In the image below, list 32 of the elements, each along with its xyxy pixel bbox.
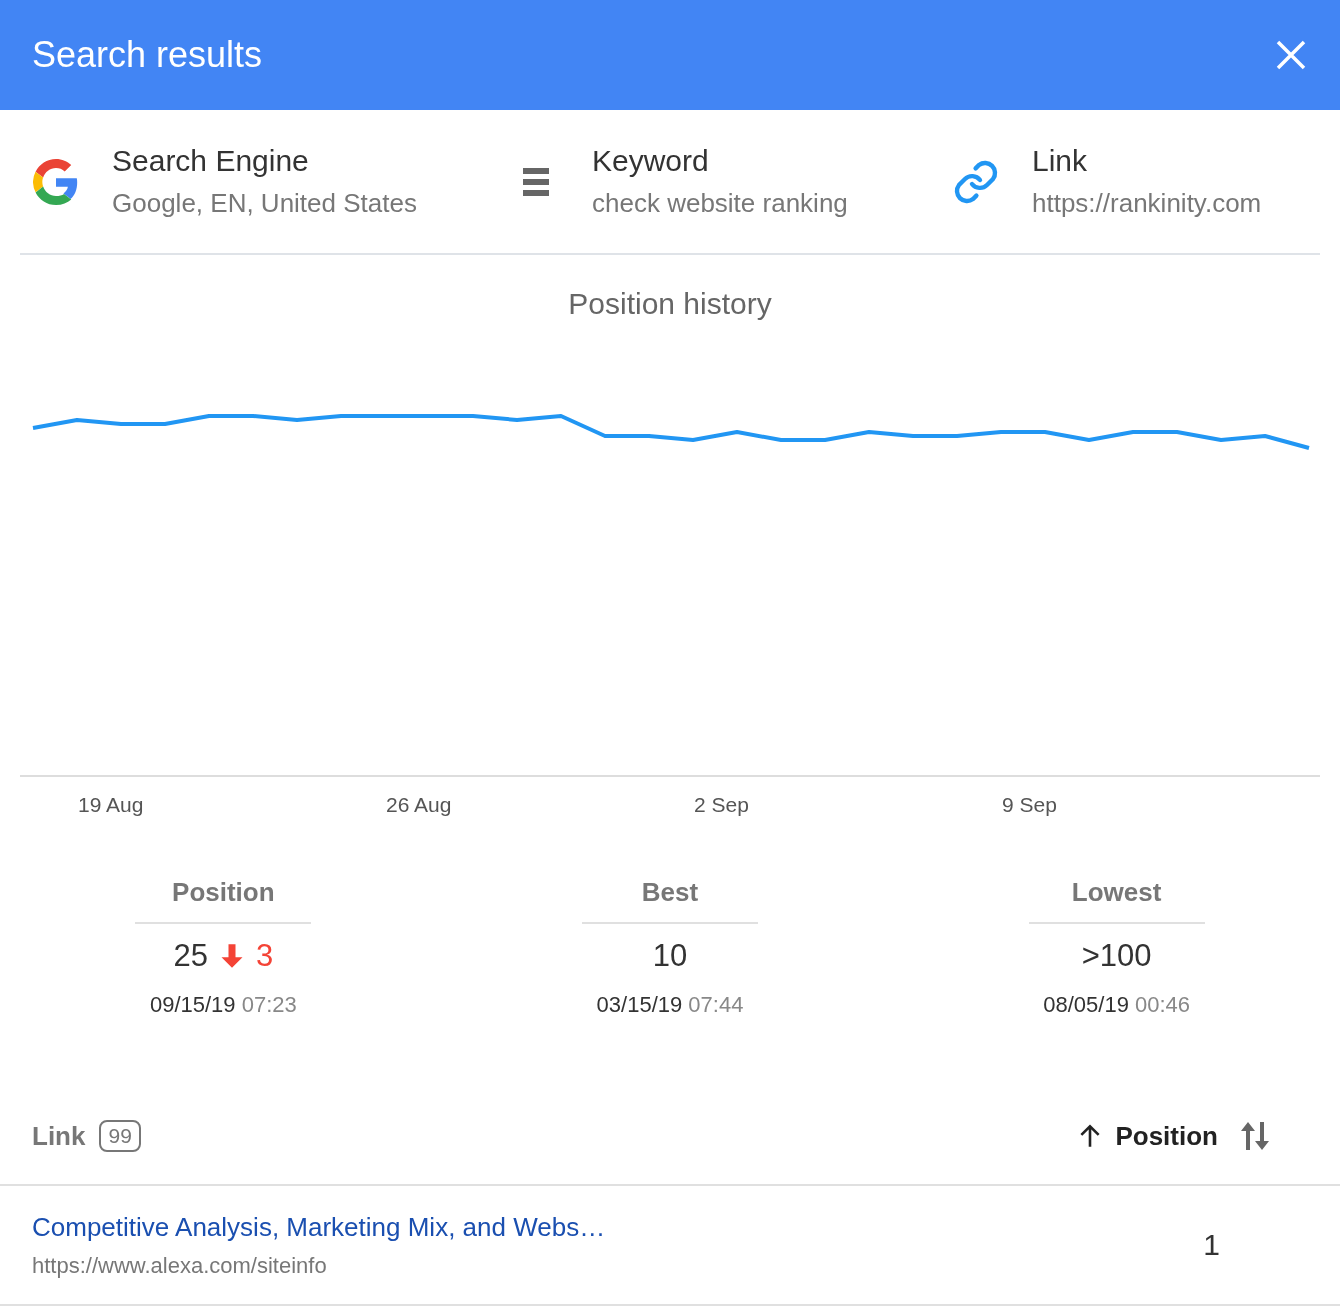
info-value: Google, EN, United States — [112, 188, 417, 219]
axis-tick-label: 26 Aug — [386, 793, 453, 817]
axis-tick-label: 2 Sep — [694, 793, 750, 817]
window-title: Search results — [32, 34, 263, 76]
google-logo-icon — [33, 158, 79, 205]
close-button[interactable] — [1274, 38, 1308, 72]
stat-value: 25 — [173, 938, 208, 974]
info-value: check website ranking — [592, 188, 848, 219]
chart-title: Position history — [567, 287, 773, 321]
info-label: Search Engine — [112, 144, 310, 178]
result-url: https://www.alexa.com/siteinfo — [32, 1252, 328, 1279]
stat-value: 10 — [652, 938, 688, 974]
stat-timestamp: 09/15/19 07:23 — [149, 992, 297, 1018]
count-badge: 99 — [99, 1120, 141, 1152]
change-amount: 3 — [255, 938, 274, 974]
stat-label: Best — [582, 877, 758, 924]
info-label: Keyword — [592, 144, 710, 178]
list-icon — [523, 166, 549, 197]
stat-timestamp: 08/05/19 00:46 — [1043, 992, 1191, 1018]
stat-value: >100 — [1081, 938, 1152, 974]
stat-timestamp: 03/15/19 07:44 — [596, 992, 744, 1018]
result-position: 1 — [1203, 1228, 1220, 1262]
stat-label: Position — [135, 877, 312, 924]
info-label: Link — [1032, 144, 1089, 178]
column-header: Link — [32, 1120, 86, 1152]
axis-tick-label: 9 Sep — [1002, 793, 1058, 817]
sort-button[interactable]: Position — [1077, 1120, 1218, 1152]
axis-tick-label: 19 Aug — [78, 793, 145, 817]
result-link[interactable]: Competitive Analysis, Marketing Mix, and Webs… — [32, 1211, 606, 1243]
stat-label: Lowest — [1028, 877, 1205, 924]
info-value: https://rankinity.com — [1032, 188, 1262, 219]
sort-icon[interactable] — [1240, 1122, 1270, 1150]
